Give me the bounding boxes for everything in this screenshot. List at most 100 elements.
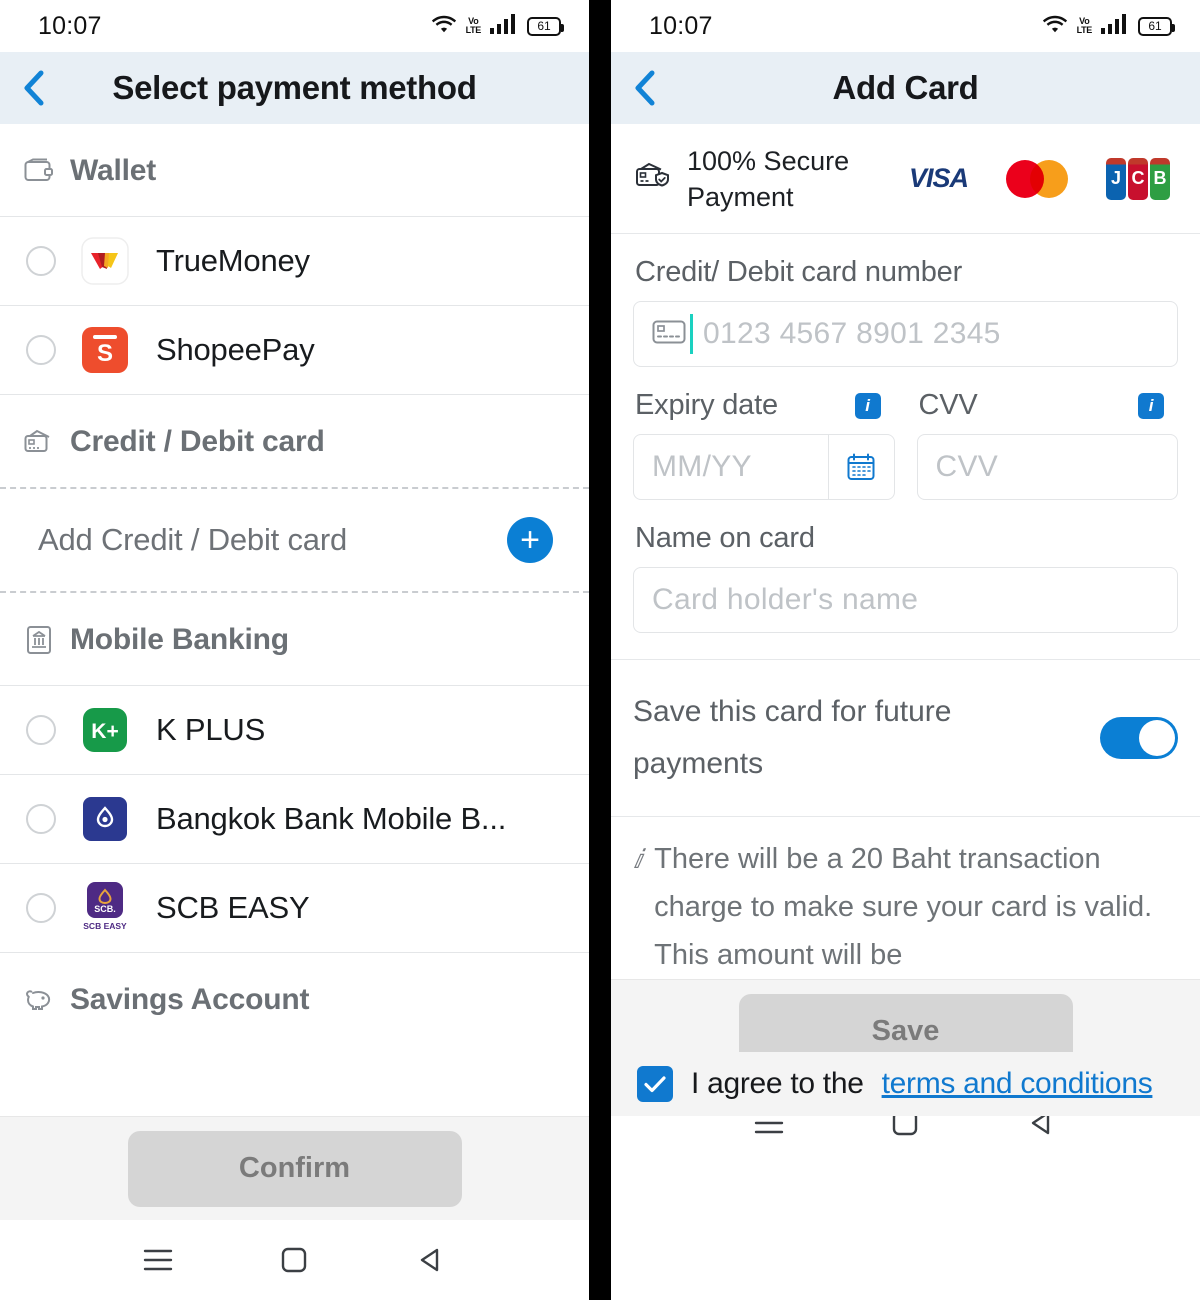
bangkok-bank-logo [80,794,130,844]
payment-row-scb-easy[interactable]: SCB. SCB EASY SCB EASY [0,864,589,953]
section-label: Savings Account [70,983,310,1016]
signal-bars-icon [490,13,518,39]
terms-agreement-row: I agree to the terms and conditions [611,1052,1200,1116]
page-title-left: Select payment method [112,69,477,106]
checkmark-icon [644,1076,666,1093]
wifi-icon [431,14,457,39]
bank-icon [22,623,56,657]
mastercard-logo [1006,159,1068,198]
action-bar-left: Confirm [0,1116,589,1220]
add-card-form: Credit/ Debit card number 0123 4567 8901… [611,234,1200,633]
truemoney-logo [80,236,130,286]
radio-shopeepay[interactable] [26,335,56,365]
title-bar-left: Select payment method [0,52,589,124]
payment-row-shopeepay[interactable]: S ShopeePay [0,306,589,395]
select-payment-method-screen: 10:07 Vo LTE 61 Select payment method Wa… [0,0,589,1300]
piggy-bank-icon [22,983,56,1017]
section-label: Mobile Banking [70,623,289,656]
name-on-card-placeholder: Card holder's name [652,583,919,616]
panel-divider [589,0,611,1300]
back-button-right[interactable] [627,68,661,108]
payment-label: ShopeePay [156,332,315,367]
secure-payment-text: 100% Secure Payment [687,145,850,212]
expiry-cvv-row: Expiry date i MM/YY CVV i CVV [633,367,1178,500]
visa-logo: VISA [908,163,969,193]
info-badge-icon[interactable]: i [1138,392,1164,419]
info-italic-icon: ⅈ [633,844,643,874]
radio-kplus[interactable] [26,715,56,745]
expiry-field-group: Expiry date i MM/YY [633,367,895,500]
secure-payment-banner: 100% Secure Payment VISA J C B [611,124,1200,234]
shopeepay-logo: S [80,325,130,375]
battery-icon: 61 [527,16,564,36]
terms-and-conditions-link[interactable]: terms and conditions [882,1067,1153,1101]
calendar-icon[interactable] [827,435,894,499]
svg-text:S: S [97,340,113,367]
expiry-input[interactable]: MM/YY [633,434,895,500]
section-header-credit-card: Credit / Debit card [0,395,589,487]
status-bar-left: 10:07 Vo LTE 61 [0,0,589,52]
expiry-label-row: Expiry date i [635,389,895,422]
hamburger-menu-icon[interactable] [136,1238,180,1282]
add-card-label: Add Credit / Debit card [38,522,347,557]
svg-text:SCB.: SCB. [94,904,116,914]
card-number-input[interactable]: 0123 4567 8901 2345 [633,301,1178,367]
radio-bangkok-bank[interactable] [26,804,56,834]
kplus-logo: K+ [80,705,130,755]
radio-truemoney[interactable] [26,246,56,276]
svg-text:SCB EASY: SCB EASY [83,921,127,931]
transaction-charge-text: There will be a 20 Baht transaction char… [654,843,1153,971]
text-cursor [690,314,693,354]
expiry-placeholder: MM/YY [652,450,752,483]
name-on-card-label: Name on card [635,522,815,554]
confirm-button[interactable]: Confirm [127,1130,462,1207]
terms-text: I agree to the [691,1067,864,1100]
payment-label: SCB EASY [156,890,310,925]
payment-row-kplus[interactable]: K+ K PLUS [0,686,589,775]
chevron-left-icon [24,70,44,106]
mobile-banking-list: K+ K PLUS Bangkok Bank Mobile B... SCB. … [0,685,589,953]
add-card-screen: 10:07 Vo LTE 61 Add Card 100% Secure Pay… [611,0,1200,1300]
status-clock: 10:07 [649,11,713,40]
card-number-label: Credit/ Debit card number [635,256,963,288]
plus-icon[interactable]: + [507,517,553,563]
add-credit-debit-card-button[interactable]: Add Credit / Debit card + [0,487,589,593]
volte-icon: Vo LTE [465,15,482,35]
page-title-right: Add Card [832,69,979,106]
payment-label: K PLUS [156,712,266,747]
expiry-label: Expiry date [635,389,778,421]
toggle-knob [1139,720,1175,756]
home-square-icon[interactable] [272,1238,316,1282]
status-icons: Vo LTE 61 [1042,13,1175,39]
cvv-field-group: CVV i CVV [916,367,1178,500]
section-header-wallet: Wallet [0,124,589,216]
info-badge-icon[interactable]: i [854,392,881,419]
radio-scb-easy[interactable] [26,893,56,923]
terms-checkbox[interactable] [637,1066,673,1102]
name-on-card-input[interactable]: Card holder's name [633,567,1178,633]
payment-row-truemoney[interactable]: TrueMoney [0,217,589,306]
transaction-charge-note: ⅈ There will be a 20 Baht transaction ch… [611,817,1200,979]
status-icons: Vo LTE 61 [431,13,564,39]
svg-text:K+: K+ [91,720,118,743]
section-label: Wallet [70,154,157,187]
card-number-placeholder: 0123 4567 8901 2345 [703,317,1001,350]
battery-icon: 61 [1138,16,1175,36]
cvv-input[interactable]: CVV [916,434,1178,500]
section-header-mobile-banking: Mobile Banking [0,593,589,685]
section-label: Credit / Debit card [70,425,325,458]
save-card-toggle-row: Save this card for future payments [611,659,1200,817]
android-nav-bar-left [0,1220,589,1300]
back-button-left[interactable] [16,68,50,108]
back-triangle-icon[interactable] [409,1238,453,1282]
chevron-left-icon [635,70,655,106]
cvv-placeholder: CVV [935,450,999,483]
payment-label: TrueMoney [156,243,310,278]
title-bar-right: Add Card [611,52,1200,124]
wallet-method-list: TrueMoney S ShopeePay [0,216,589,395]
jcb-logo: J C B [1106,157,1170,200]
battery-level: 61 [1148,19,1162,33]
payment-row-bangkok-bank[interactable]: Bangkok Bank Mobile B... [0,775,589,864]
payment-method-list: Wallet TrueMoney S ShopeePay Credit / De… [0,124,589,1116]
save-card-toggle[interactable] [1100,717,1178,759]
